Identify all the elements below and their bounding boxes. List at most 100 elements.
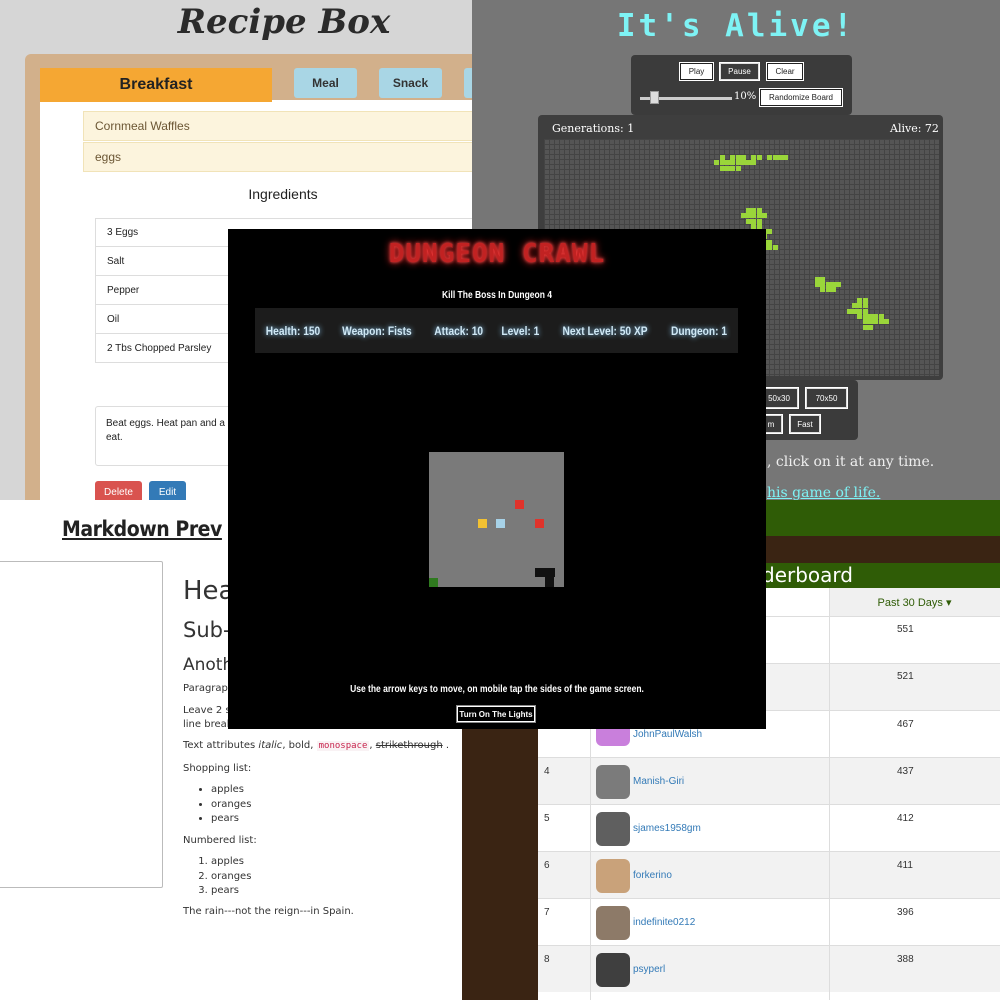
live-cell[interactable] (724, 165, 730, 171)
live-cell[interactable] (772, 154, 778, 160)
live-cell[interactable] (820, 276, 826, 282)
live-cell[interactable] (751, 218, 757, 224)
life-link[interactable]: his game of life. (767, 485, 880, 501)
username-link[interactable]: Manish-Giri (633, 776, 684, 787)
live-cell[interactable] (762, 213, 767, 219)
live-cell[interactable] (825, 282, 831, 288)
live-cell[interactable] (836, 282, 842, 288)
username-link[interactable]: psyperl (633, 964, 665, 975)
size-70x50-button[interactable]: 70x50 (806, 388, 847, 408)
live-cell[interactable] (767, 154, 773, 160)
live-cell[interactable] (767, 239, 773, 245)
live-cell[interactable] (767, 229, 773, 235)
live-cell[interactable] (820, 282, 826, 288)
speed-fast-button[interactable]: Fast (790, 415, 820, 433)
live-cell[interactable] (767, 245, 773, 250)
live-cell[interactable] (883, 319, 889, 325)
tab-breakfast[interactable]: Breakfast (40, 68, 272, 102)
live-cell[interactable] (740, 154, 746, 160)
live-cell[interactable] (735, 160, 741, 166)
live-cell[interactable] (857, 313, 863, 319)
live-cell[interactable] (746, 207, 752, 213)
live-cell[interactable] (852, 308, 858, 314)
live-cell[interactable] (724, 160, 730, 166)
score-cell: 521 (897, 671, 914, 682)
live-cell[interactable] (862, 298, 868, 303)
live-cell[interactable] (735, 154, 741, 160)
live-cell[interactable] (815, 276, 820, 282)
live-cell[interactable] (751, 213, 757, 219)
live-cell[interactable] (868, 313, 873, 319)
live-cell[interactable] (751, 154, 757, 160)
live-cell[interactable] (873, 313, 879, 319)
live-cell[interactable] (772, 245, 778, 250)
live-cell[interactable] (756, 154, 762, 160)
tab-more[interactable] (464, 68, 472, 98)
live-cell[interactable] (756, 207, 762, 213)
dungeon-map[interactable] (429, 452, 564, 587)
lights-button[interactable]: Turn On The Lights (457, 706, 535, 722)
live-cell[interactable] (830, 282, 836, 288)
live-cell[interactable] (862, 303, 868, 309)
live-cell[interactable] (878, 313, 884, 319)
live-cell[interactable] (756, 213, 762, 219)
live-cell[interactable] (852, 303, 858, 309)
player-tile (496, 519, 505, 528)
live-cell[interactable] (740, 213, 746, 219)
live-cell[interactable] (878, 319, 884, 325)
clear-button[interactable]: Clear (767, 63, 803, 80)
live-cell[interactable] (746, 160, 752, 166)
live-cell[interactable] (735, 165, 741, 171)
live-cell[interactable] (740, 160, 746, 166)
live-cell[interactable] (830, 287, 836, 293)
tab-snack[interactable]: Snack (379, 68, 442, 98)
score-cell: 437 (897, 766, 914, 777)
live-cell[interactable] (815, 282, 820, 288)
live-cell[interactable] (873, 319, 879, 325)
preview-paragraph: The rain---not the reign---in Spain. (183, 906, 354, 917)
edit-button[interactable]: Edit (149, 481, 186, 500)
username-link[interactable]: sjames1958gm (633, 823, 701, 834)
past-30-days-sort[interactable]: Past 30 Days ▾ (829, 588, 1000, 616)
live-cell[interactable] (777, 154, 783, 160)
live-cell[interactable] (857, 308, 863, 314)
live-cell[interactable] (719, 154, 725, 160)
live-cell[interactable] (868, 319, 873, 325)
live-cell[interactable] (719, 160, 725, 166)
pause-button[interactable]: Pause (720, 63, 759, 80)
live-cell[interactable] (862, 308, 868, 314)
username-link[interactable]: JohnPaulWalsh (633, 729, 702, 740)
live-cell[interactable] (719, 165, 725, 171)
live-cell[interactable] (730, 154, 736, 160)
live-cell[interactable] (862, 324, 868, 330)
username-link[interactable]: forkerino (633, 870, 672, 881)
live-cell[interactable] (751, 207, 757, 213)
live-cell[interactable] (820, 287, 826, 293)
live-cell[interactable] (783, 154, 789, 160)
recipe-item[interactable]: Cornmeal Waffles (83, 111, 472, 141)
live-cell[interactable] (746, 218, 752, 224)
speed-slider-handle[interactable] (650, 91, 659, 104)
live-cell[interactable] (825, 287, 831, 293)
live-cell[interactable] (730, 165, 736, 171)
live-cell[interactable] (730, 160, 736, 166)
live-cell[interactable] (756, 218, 762, 224)
randomize-button[interactable]: Randomize Board (760, 89, 842, 106)
live-cell[interactable] (857, 298, 863, 303)
play-button[interactable]: Play (680, 63, 713, 80)
live-cell[interactable] (846, 308, 852, 314)
live-cell[interactable] (714, 160, 720, 166)
live-cell[interactable] (868, 324, 873, 330)
recipe-item[interactable]: eggs (83, 142, 472, 172)
markdown-editor[interactable] (0, 561, 163, 888)
delete-button[interactable]: Delete (95, 481, 142, 500)
live-cell[interactable] (857, 303, 863, 309)
avatar (596, 859, 630, 893)
live-cell[interactable] (751, 160, 757, 166)
live-cell[interactable] (862, 313, 868, 319)
username-link[interactable]: indefinite0212 (633, 917, 695, 928)
speed-percent: 10% (734, 91, 757, 102)
live-cell[interactable] (862, 319, 868, 325)
live-cell[interactable] (746, 213, 752, 219)
tab-meal[interactable]: Meal (294, 68, 357, 98)
